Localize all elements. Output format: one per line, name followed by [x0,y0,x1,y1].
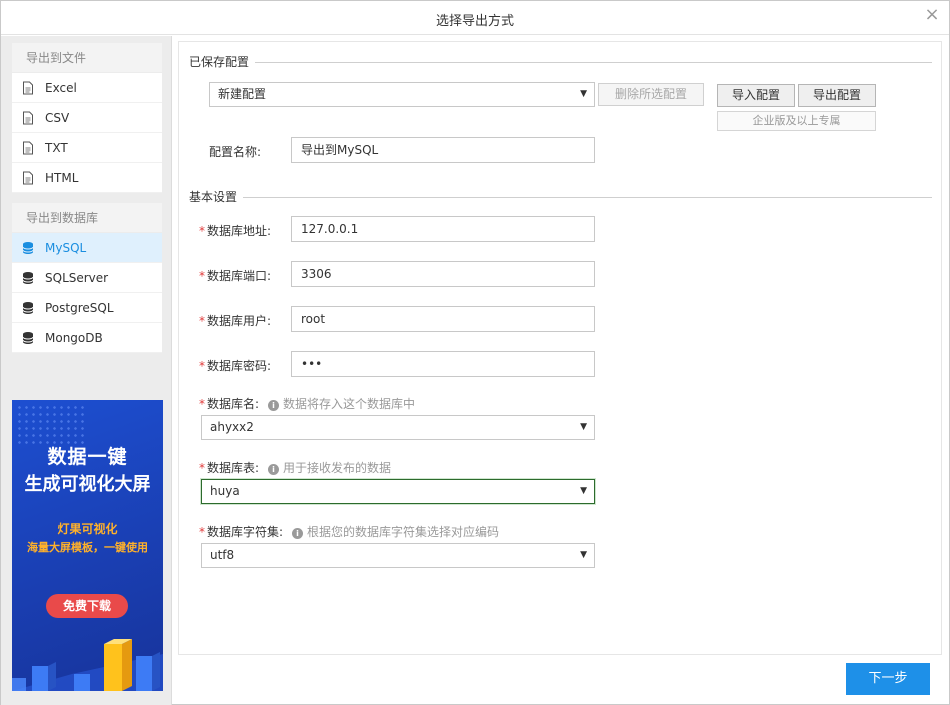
database-icon [22,242,34,254]
host-input[interactable]: 127.0.0.1 [291,216,595,242]
table-value: huya [210,484,240,498]
close-icon[interactable]: × [921,4,943,26]
user-input[interactable]: root [291,306,595,332]
document-icon [23,141,33,155]
required-asterisk: * [199,224,205,238]
sidebar-item-txt[interactable]: TXT [12,133,162,163]
host-label: * 数据库地址: [199,224,272,238]
sidebar-item-label: MongoDB [45,331,103,345]
dbname-hint: i 数据将存入这个数据库中 [268,395,415,412]
saved-config-heading: 已保存配置 [189,55,250,69]
sidebar-item-label: SQLServer [45,271,109,285]
required-asterisk: * [199,359,205,373]
sidebar-item-html[interactable]: HTML [12,163,162,193]
port-input[interactable]: 3306 [291,261,595,287]
basic-settings-heading: 基本设置 [189,190,238,204]
required-asterisk: * [199,314,205,328]
divider [243,197,932,198]
password-label: * 数据库密码: [199,359,272,373]
sidebar-item-label: CSV [45,111,70,125]
sidebar-item-label: PostgreSQL [45,301,114,315]
promo-banner[interactable]: 数据一键 生成可视化大屏 灯果可视化 海量大屏模板，一键使用 免费下载 [12,400,163,691]
sidebar-item-excel[interactable]: Excel [12,73,162,103]
charset-select[interactable]: utf8 ▼ [201,543,595,568]
info-icon: i [268,400,279,411]
promo-headline-2: 生成可视化大屏 [24,474,151,495]
info-icon: i [268,464,279,475]
document-icon [23,171,33,185]
promo-subtitle-1: 灯果可视化 [57,522,118,536]
required-asterisk: * [199,461,205,475]
info-icon: i [292,528,303,539]
table-label: * 数据库表: [199,461,260,475]
sidebar-item-label: MySQL [45,241,87,255]
group-heading-db: 导出到数据库 [12,203,162,233]
sidebar-item-csv[interactable]: CSV [12,103,162,133]
sidebar-item-label: HTML [45,171,79,185]
export-dialog: 选择导出方式 × 导出到文件 Excel CSV TXT HTML 导出到数据库… [0,0,950,705]
saved-config-select[interactable]: 新建配置 ▼ [209,82,595,107]
next-step-button[interactable]: 下一步 [846,663,930,695]
table-select[interactable]: huya ▼ [201,479,595,504]
required-asterisk: * [199,397,205,411]
enterprise-only-badge: 企业版及以上专属 [717,111,876,131]
saved-config-value: 新建配置 [218,87,267,101]
required-asterisk: * [199,269,205,283]
title-bar: 选择导出方式 × [1,1,949,35]
document-icon [23,111,33,125]
charset-hint: i 根据您的数据库字符集选择对应编码 [292,523,499,540]
document-icon [23,81,33,95]
charset-label: * 数据库字符集: [199,525,284,539]
table-hint: i 用于接收发布的数据 [268,459,391,476]
database-icon [22,302,34,314]
bar-chart-illustration [12,639,163,691]
db-export-group: 导出到数据库 MySQL SQLServer PostgreSQL MongoD… [12,203,162,353]
sidebar-item-postgresql[interactable]: PostgreSQL [12,293,162,323]
promo-subtitle-2: 海量大屏模板，一键使用 [27,541,148,554]
sidebar-item-mysql[interactable]: MySQL [12,233,162,263]
user-label: * 数据库用户: [199,314,272,328]
chevron-down-icon: ▼ [580,89,587,99]
charset-value: utf8 [210,548,235,562]
group-heading-file: 导出到文件 [12,43,162,73]
sidebar-item-sqlserver[interactable]: SQLServer [12,263,162,293]
sidebar-item-mongodb[interactable]: MongoDB [12,323,162,353]
password-input[interactable]: ••• [291,351,595,377]
dbname-label: * 数据库名: [199,397,260,411]
sidebar: 导出到文件 Excel CSV TXT HTML 导出到数据库 MySQL SQ… [1,36,172,705]
delete-config-button[interactable]: 删除所选配置 [598,83,704,106]
export-config-button[interactable]: 导出配置 [798,84,876,107]
chevron-down-icon: ▼ [580,550,587,560]
divider [255,62,932,63]
dbname-select[interactable]: ahyxx2 ▼ [201,415,595,440]
database-icon [22,272,34,284]
dialog-title: 选择导出方式 [435,14,514,29]
dbname-value: ahyxx2 [210,420,254,434]
chevron-down-icon: ▼ [580,486,587,496]
database-icon [22,332,34,344]
chevron-down-icon: ▼ [580,422,587,432]
port-label: * 数据库端口: [199,269,272,283]
file-export-group: 导出到文件 Excel CSV TXT HTML [12,43,162,193]
sidebar-item-label: Excel [45,81,77,95]
required-asterisk: * [199,525,205,539]
import-config-button[interactable]: 导入配置 [717,84,795,107]
config-name-input[interactable]: 导出到MySQL [291,137,595,163]
config-name-label: 配置名称: [209,145,262,159]
settings-panel: 已保存配置 新建配置 ▼ 删除所选配置 导入配置 导出配置 企业版及以上专属 配… [178,41,942,655]
promo-headline-1: 数据一键 [47,446,128,468]
sidebar-item-label: TXT [45,141,68,155]
